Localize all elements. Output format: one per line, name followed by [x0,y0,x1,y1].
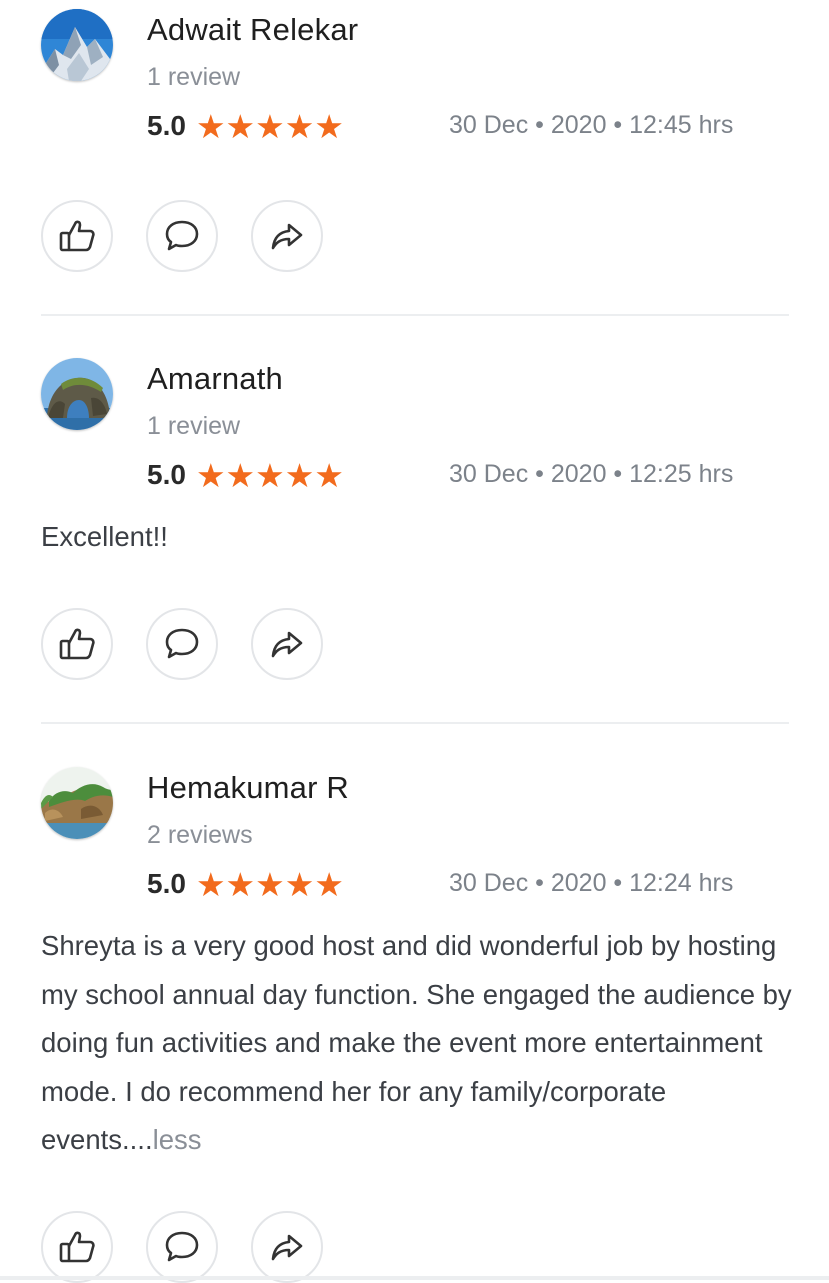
comment-button[interactable] [146,1211,218,1283]
star-icon: ★ [255,455,285,495]
review-date: 30 Dec • 2020 • 12:25 hrs [449,460,734,488]
review-body: Excellent!! [41,521,168,552]
share-button[interactable] [251,200,323,272]
avatar[interactable] [41,767,113,839]
star-icon: ★ [314,455,344,495]
star-icon: ★ [225,106,256,146]
star-icon: ★ [314,106,344,146]
reviewer-name[interactable]: Hemakumar R [147,770,349,806]
star-icon: ★ [195,455,226,495]
avatar[interactable] [41,358,113,430]
review-count: 2 reviews [147,821,253,849]
rating-value: 5.0 [147,110,186,141]
rating-row: 5.0 ★ ★ ★ ★ ★ [147,866,344,902]
bottom-divider [0,1276,829,1280]
avatar[interactable] [41,9,113,81]
review-body: Shreyta is a very good host and did wond… [41,930,792,1155]
star-icon: ★ [284,864,315,904]
divider [41,314,789,316]
comment-icon [165,628,199,659]
review-actions [41,608,356,680]
comment-icon [165,1231,199,1262]
star-icon: ★ [225,864,256,904]
share-icon [271,631,303,658]
star-icon: ★ [195,106,226,146]
share-button[interactable] [251,608,323,680]
rating-row: 5.0 ★ ★ ★ ★ ★ [147,457,344,493]
thumbs-up-icon [59,1231,95,1263]
comment-icon [165,220,199,251]
star-icon: ★ [284,106,315,146]
like-button[interactable] [41,1211,113,1283]
review-date: 30 Dec • 2020 • 12:45 hrs [449,111,734,139]
comment-button[interactable] [146,608,218,680]
rating-value: 5.0 [147,459,186,490]
review-count: 1 review [147,63,241,91]
star-icon: ★ [225,455,256,495]
review-count: 1 review [147,412,241,440]
share-icon [271,223,303,250]
star-icon: ★ [284,455,315,495]
like-button[interactable] [41,608,113,680]
star-icon: ★ [255,106,285,146]
share-icon [271,1234,303,1261]
thumbs-up-icon [59,628,95,660]
star-rating: ★ ★ ★ ★ ★ [196,459,344,492]
review-text: Shreyta is a very good host and did wond… [41,922,801,1165]
review-actions [41,200,356,272]
thumbs-up-icon [59,220,95,252]
review-actions [41,1211,356,1283]
review-text: Excellent!! [41,513,801,562]
comment-button[interactable] [146,200,218,272]
less-link[interactable]: less [153,1124,202,1155]
review-date: 30 Dec • 2020 • 12:24 hrs [449,869,734,897]
star-icon: ★ [195,864,226,904]
reviewer-name[interactable]: Adwait Relekar [147,12,358,48]
divider [41,722,789,724]
share-button[interactable] [251,1211,323,1283]
star-rating: ★ ★ ★ ★ ★ [196,868,344,901]
star-rating: ★ ★ ★ ★ ★ [196,110,344,143]
reviewer-name[interactable]: Amarnath [147,361,283,397]
rating-value: 5.0 [147,868,186,899]
rating-row: 5.0 ★ ★ ★ ★ ★ [147,108,344,144]
star-icon: ★ [255,864,285,904]
star-icon: ★ [314,864,344,904]
like-button[interactable] [41,200,113,272]
